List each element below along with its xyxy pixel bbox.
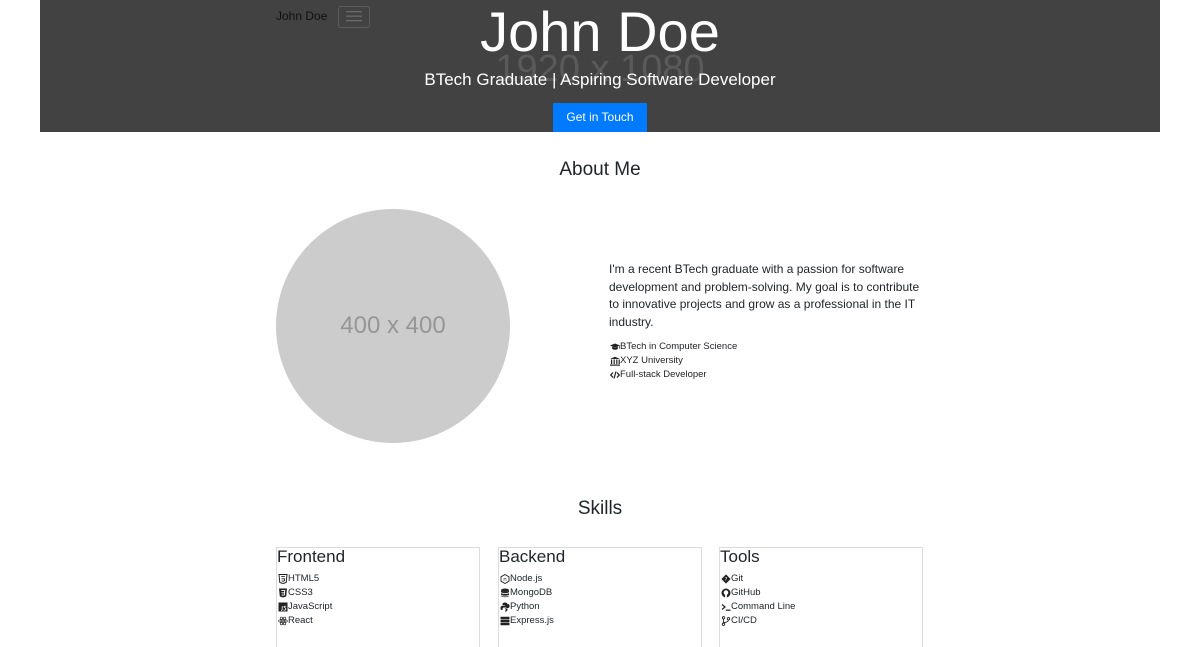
skill-label: GitHub [731,587,761,598]
skill-label: Python [510,601,540,612]
database-icon [499,588,510,598]
skill-item: ? Git [720,572,922,586]
about-bio: I'm a recent BTech graduate with a passi… [609,262,920,329]
skill-card-backend: Backend n Node.js MongoDB Python Express… [498,547,702,647]
fact-label: BTech in Computer Science [620,341,738,352]
skill-label: Express.js [510,615,554,626]
fact-item: BTech in Computer Science [609,340,737,354]
react-icon [277,616,288,626]
skill-item: CSS3 [277,586,479,600]
skill-item: Command Line [720,600,922,614]
fact-item: XYZ University [609,354,737,368]
about-heading: About Me [559,159,641,180]
skill-card-title: Tools [720,547,760,566]
profile-avatar-placeholder: 400 x 400 [276,209,510,443]
css3-icon [277,588,288,598]
nodejs-icon: n [499,574,510,584]
server-icon [499,616,510,626]
skill-item: JavaScript [277,600,479,614]
git-icon: ? [720,574,731,584]
skill-item: React [277,614,479,628]
code-branch-icon [720,616,731,626]
svg-text:?: ? [724,577,727,583]
skill-label: React [288,615,313,626]
skill-item: GitHub [720,586,922,600]
skill-label: MongoDB [510,587,553,598]
skill-label: CI/CD [731,615,757,626]
skill-label: JavaScript [288,601,333,612]
skill-label: Git [731,573,744,584]
github-icon [720,588,731,598]
skill-list: n Node.js MongoDB Python Express.js [499,572,701,628]
skill-item: Python [499,600,701,614]
skill-item: CI/CD [720,614,922,628]
graduation-cap-icon [609,342,620,352]
terminal-icon [720,602,731,612]
skill-label: Command Line [731,601,796,612]
about-facts-list: BTech in Computer Science XYZ University… [609,340,737,382]
python-icon [499,602,510,612]
skill-list: HTML5 CSS3 JavaScript React [277,572,479,628]
skill-label: Node.js [510,573,543,584]
svg-text:n: n [503,577,507,583]
hero-title: John Doe [480,0,720,63]
skill-item: n Node.js [499,572,701,586]
skill-card-title: Backend [499,547,566,566]
fact-item: Full-stack Developer [609,368,737,382]
fact-label: XYZ University [620,355,683,366]
skill-label: CSS3 [288,587,313,598]
hero-subtitle: BTech Graduate | Aspiring Software Devel… [424,70,776,89]
skill-item: HTML5 [277,572,479,586]
skill-card-title: Frontend [277,547,346,566]
html5-icon [277,574,288,584]
skill-list: ? Git GitHub Command Line CI/CD [720,572,922,628]
avatar-placeholder-label: 400 x 400 [340,312,446,339]
skill-card-frontend: Frontend HTML5 CSS3 JavaScript React [276,547,480,647]
skill-label: HTML5 [288,573,320,584]
get-in-touch-button[interactable]: Get in Touch [553,103,647,132]
code-icon [609,370,620,380]
javascript-icon [277,602,288,612]
skill-item: MongoDB [499,586,701,600]
university-icon [609,356,620,366]
fact-label: Full-stack Developer [620,369,707,380]
skill-item: Express.js [499,614,701,628]
skills-heading: Skills [577,498,623,519]
skill-card-tools: Tools ? Git GitHub Command Line CI/CD [719,547,923,647]
